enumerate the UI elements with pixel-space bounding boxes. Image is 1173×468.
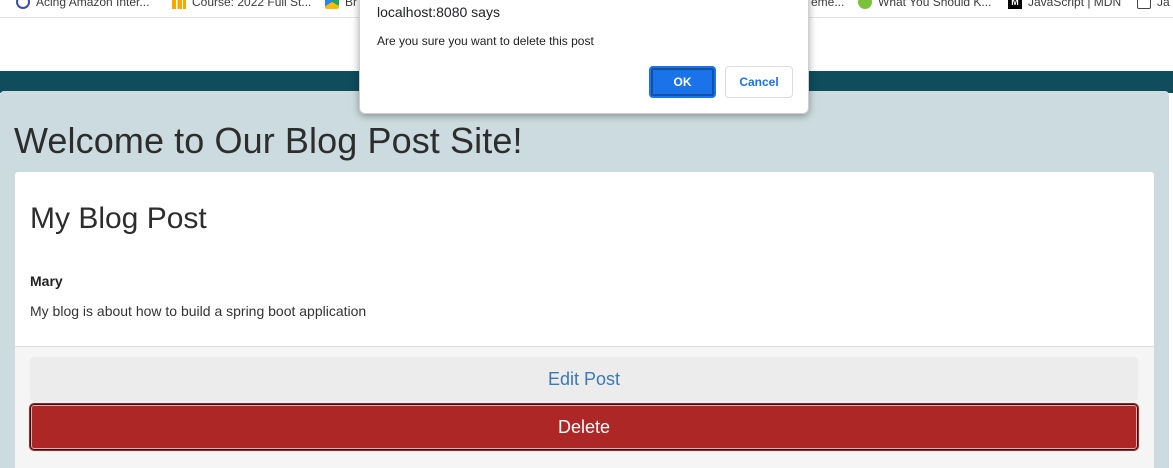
- blog-post-card: My Blog Post Mary My blog is about how t…: [15, 172, 1154, 468]
- bookmark-what-you-should[interactable]: What You Should K...: [858, 0, 991, 10]
- bookmark-label: Course: 2022 Full St...: [192, 0, 312, 9]
- bookmark-label: Br: [345, 0, 357, 9]
- post-title: My Blog Post: [30, 202, 207, 235]
- edit-post-button[interactable]: Edit Post: [30, 357, 1138, 401]
- bookmark-label: Ja: [1157, 0, 1170, 9]
- post-author: Mary: [30, 273, 63, 289]
- cancel-button[interactable]: Cancel: [725, 66, 793, 98]
- bars-icon: [172, 0, 186, 9]
- confirm-dialog: localhost:8080 says Are you sure you wan…: [359, 0, 809, 114]
- green-dot-icon: [858, 0, 872, 9]
- bookmark-label: JavaScript | MDN: [1028, 0, 1122, 9]
- delete-post-button[interactable]: Delete: [29, 403, 1139, 451]
- bookmark-eme[interactable]: eme...: [811, 0, 844, 10]
- bookmark-ja[interactable]: Ja: [1137, 0, 1170, 10]
- globe-icon: [16, 0, 30, 9]
- post-body: My blog is about how to build a spring b…: [30, 303, 367, 319]
- dialog-message: Are you sure you want to delete this pos…: [377, 34, 594, 48]
- dialog-title: localhost:8080 says: [377, 4, 500, 20]
- bookmark-label: eme...: [811, 0, 845, 9]
- drive-icon: [325, 0, 339, 9]
- mdn-icon: M: [1008, 0, 1022, 9]
- bookmark-label: Acing Amazon Inter...: [36, 0, 150, 9]
- doc-icon: [1137, 0, 1151, 9]
- card-footer: Edit Post Delete: [15, 346, 1154, 468]
- ok-button[interactable]: OK: [649, 66, 716, 98]
- bookmark-acing-amazon[interactable]: Acing Amazon Inter...: [16, 0, 149, 10]
- bookmark-drive[interactable]: Br: [325, 0, 357, 10]
- bookmark-label: What You Should K...: [878, 0, 992, 9]
- bookmark-course[interactable]: Course: 2022 Full St...: [172, 0, 311, 10]
- site-title: Welcome to Our Blog Post Site!: [14, 120, 523, 161]
- bookmark-mdn[interactable]: M JavaScript | MDN: [1008, 0, 1121, 10]
